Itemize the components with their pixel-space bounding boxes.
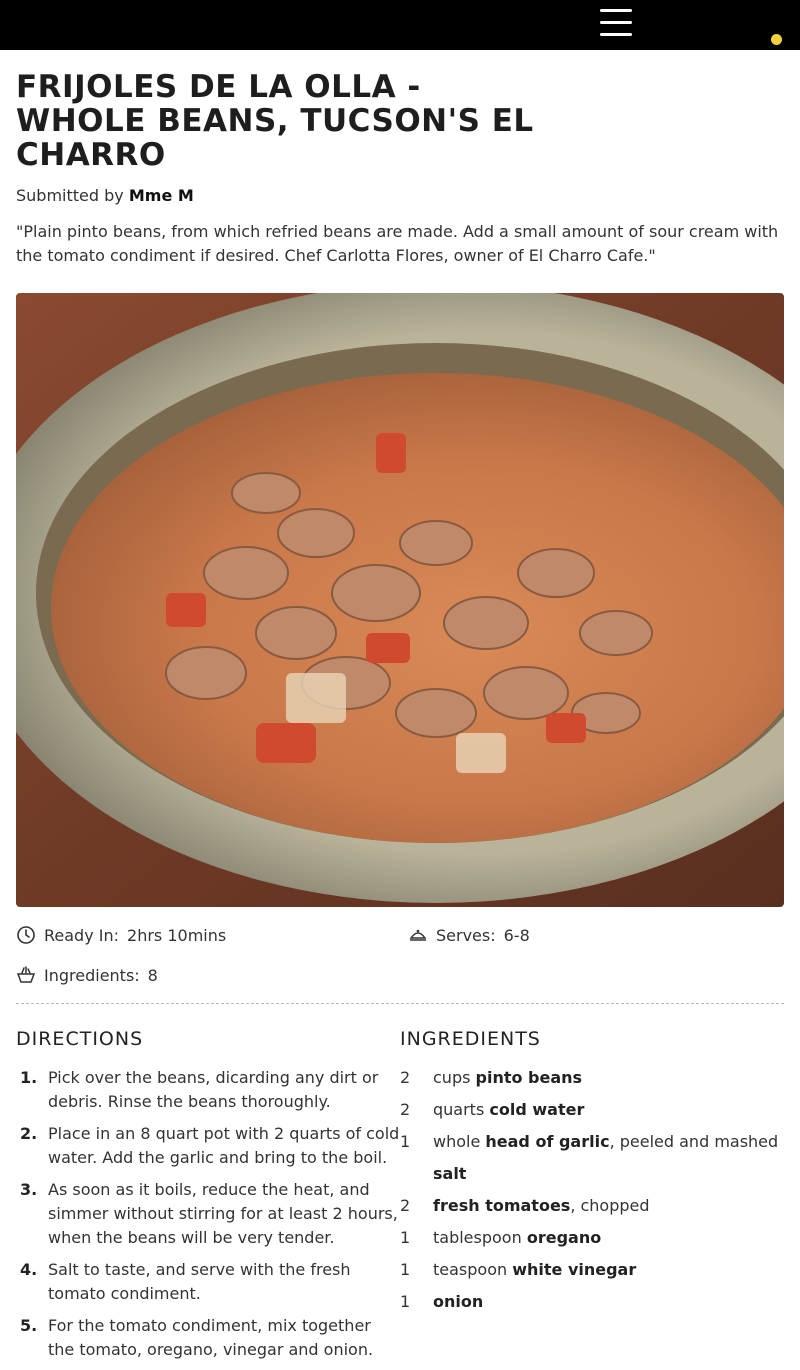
ingredient-name[interactable]: white vinegar bbox=[512, 1260, 636, 1279]
ingredient-qty: 2 bbox=[400, 1196, 411, 1215]
ingredient-qty: 1 bbox=[400, 1292, 411, 1311]
author-link[interactable]: Mme M bbox=[129, 186, 194, 205]
ingredient-item: 2 cups pinto beans bbox=[400, 1066, 784, 1090]
ingredient-name[interactable]: onion bbox=[433, 1292, 483, 1311]
ingredient-name[interactable]: oregano bbox=[527, 1228, 601, 1247]
ingredient-qty: 1 bbox=[400, 1260, 411, 1279]
ready-in: Ready In: 2hrs 10mins bbox=[16, 925, 226, 945]
notification-dot bbox=[771, 34, 782, 45]
ingredients-basket-icon bbox=[16, 966, 36, 983]
serving-dish-icon bbox=[409, 929, 427, 941]
ingredient-unit: cups bbox=[433, 1068, 476, 1087]
ingredient-qty: 1 bbox=[400, 1132, 411, 1151]
step-text: Salt to taste, and serve with the fresh … bbox=[48, 1260, 351, 1303]
ingredients-label: Ingredients: bbox=[44, 965, 140, 985]
ingredients-heading: INGREDIENTS bbox=[400, 1028, 541, 1050]
section-divider bbox=[16, 1003, 784, 1004]
ingredients-list: 2 cups pinto beans 2 quarts cold water 1 wh… bbox=[400, 1066, 784, 1314]
ingredient-note: , peeled and mashed bbox=[609, 1132, 779, 1151]
recipe-title: FRIJOLES DE LA OLLA - WHOLE BEANS, TUCSO… bbox=[16, 69, 534, 173]
submitted-by: Submitted by Mme M bbox=[16, 186, 784, 205]
directions-list: 1. Pick over the beans, dicarding any dir… bbox=[16, 1066, 400, 1362]
ingredient-name[interactable]: head of garlic bbox=[485, 1132, 609, 1151]
step-text: Place in an 8 quart pot with 2 quarts of… bbox=[48, 1124, 400, 1167]
ingredient-qty: 2 bbox=[400, 1068, 411, 1087]
ingredient-item: 2 quarts cold water bbox=[400, 1098, 784, 1122]
ingredient-item: salt bbox=[400, 1162, 784, 1186]
ingredient-item: 1 teaspoon white vinegar bbox=[400, 1258, 784, 1282]
step-number: 4. bbox=[20, 1260, 38, 1279]
ingredient-name[interactable]: pinto beans bbox=[476, 1068, 583, 1087]
clock-icon bbox=[17, 926, 35, 944]
ingredient-item: 1 onion bbox=[400, 1290, 784, 1314]
ingredient-qty bbox=[400, 1162, 433, 1186]
direction-step: 2. Place in an 8 quart pot with 2 quarts … bbox=[16, 1122, 400, 1170]
directions-section: DIRECTIONS 1. Pick over the beans, dicard… bbox=[16, 1028, 400, 1370]
recipe-meta: Ready In: 2hrs 10mins Serves: 6-8 Ingred… bbox=[16, 915, 784, 995]
direction-step: 4. Salt to taste, and serve with the fres… bbox=[16, 1258, 400, 1306]
serves: Serves: 6-8 bbox=[408, 925, 530, 945]
ingredient-qty: 1 bbox=[400, 1228, 411, 1247]
recipe-photo bbox=[16, 293, 784, 907]
ingredients-section: INGREDIENTS 2 cups pinto beans 2 quarts co… bbox=[400, 1028, 784, 1370]
ingredients-value: 8 bbox=[147, 965, 158, 985]
ready-label: Ready In: bbox=[44, 925, 120, 945]
step-number: 1. bbox=[20, 1068, 38, 1087]
ingredient-item: 1 whole head of garlic, peeled and mashed bbox=[400, 1130, 784, 1154]
ingredient-note: , chopped bbox=[570, 1196, 650, 1215]
serves-value: 6-8 bbox=[503, 925, 530, 945]
ingredient-unit: quarts bbox=[433, 1100, 490, 1119]
step-number: 3. bbox=[20, 1180, 38, 1199]
serves-label: Serves: bbox=[436, 925, 496, 945]
recipe-content: FRIJOLES DE LA OLLA - WHOLE BEANS, TUCSO… bbox=[0, 70, 800, 1370]
top-nav-bar bbox=[0, 0, 800, 50]
step-text: Pick over the beans, dicarding any dirt … bbox=[48, 1068, 379, 1111]
directions-heading: DIRECTIONS bbox=[16, 1028, 144, 1050]
ingredient-unit: whole bbox=[433, 1132, 486, 1151]
submitted-prefix: Submitted by bbox=[16, 186, 124, 205]
ingredient-name[interactable]: cold water bbox=[489, 1100, 584, 1119]
ingredient-name[interactable]: fresh tomatoes bbox=[433, 1196, 570, 1215]
recipe-columns: DIRECTIONS 1. Pick over the beans, dicard… bbox=[16, 1028, 784, 1370]
direction-step: 3. As soon as it boils, reduce the heat, … bbox=[16, 1178, 400, 1250]
ingredient-item: 2 fresh tomatoes, chopped bbox=[400, 1194, 784, 1218]
recipe-description: "Plain pinto beans, from which refried b… bbox=[16, 222, 779, 265]
ingredient-name[interactable]: salt bbox=[433, 1164, 466, 1183]
direction-step: 5. For the tomato condiment, mix together… bbox=[16, 1314, 400, 1362]
hamburger-menu-icon[interactable] bbox=[600, 9, 632, 37]
ready-value: 2hrs 10mins bbox=[127, 925, 227, 945]
step-number: 5. bbox=[20, 1316, 38, 1335]
ingredient-item: 1 tablespoon oregano bbox=[400, 1226, 784, 1250]
step-text: For the tomato condiment, mix together t… bbox=[48, 1316, 374, 1359]
ingredient-unit: tablespoon bbox=[433, 1228, 527, 1247]
step-text: As soon as it boils, reduce the heat, an… bbox=[48, 1180, 398, 1247]
ingredient-unit: teaspoon bbox=[433, 1260, 513, 1279]
ingredient-count: Ingredients: 8 bbox=[16, 965, 158, 985]
step-number: 2. bbox=[20, 1124, 38, 1143]
direction-step: 1. Pick over the beans, dicarding any dir… bbox=[16, 1066, 400, 1114]
ingredient-qty: 2 bbox=[400, 1100, 411, 1119]
